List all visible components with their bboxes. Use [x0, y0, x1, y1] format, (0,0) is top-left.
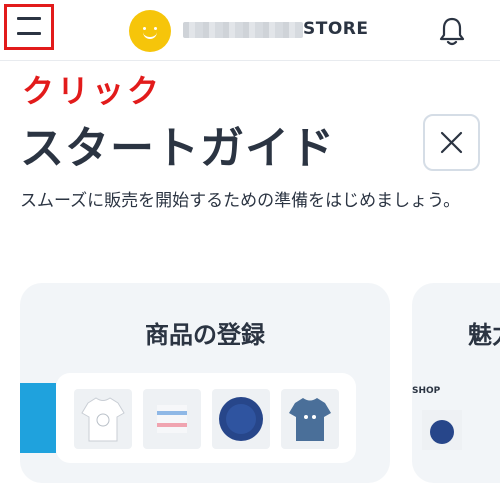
- shop-thumbnail: [422, 410, 462, 450]
- tshirt-thumbnail: [74, 389, 132, 449]
- page-title: スタートガイド: [20, 123, 335, 174]
- card-title: 魅力: [468, 321, 500, 349]
- menu-button[interactable]: [4, 4, 54, 50]
- card-title: 商品の登録: [145, 321, 265, 349]
- guide-card-shop-appeal[interactable]: [412, 283, 500, 483]
- shop-label: SHOP: [412, 386, 441, 396]
- plate-thumbnail: [212, 389, 270, 449]
- menu-icon-line: [17, 32, 41, 35]
- logo-icon[interactable]: [129, 10, 171, 52]
- towel-thumbnail: [143, 389, 201, 449]
- card-illustration-accent: [20, 383, 56, 453]
- close-icon: [440, 131, 463, 154]
- blue-tshirt-thumbnail: [281, 389, 339, 449]
- click-annotation: クリック: [22, 72, 163, 110]
- menu-icon-line: [17, 17, 41, 20]
- store-name-blurred: [183, 22, 303, 38]
- guide-description: スムーズに販売を開始するための準備をはじめましょう。: [20, 191, 461, 211]
- close-button[interactable]: [423, 114, 480, 171]
- bell-icon[interactable]: [439, 16, 465, 46]
- app-header: STORE: [0, 0, 500, 61]
- store-name: STORE: [303, 19, 369, 39]
